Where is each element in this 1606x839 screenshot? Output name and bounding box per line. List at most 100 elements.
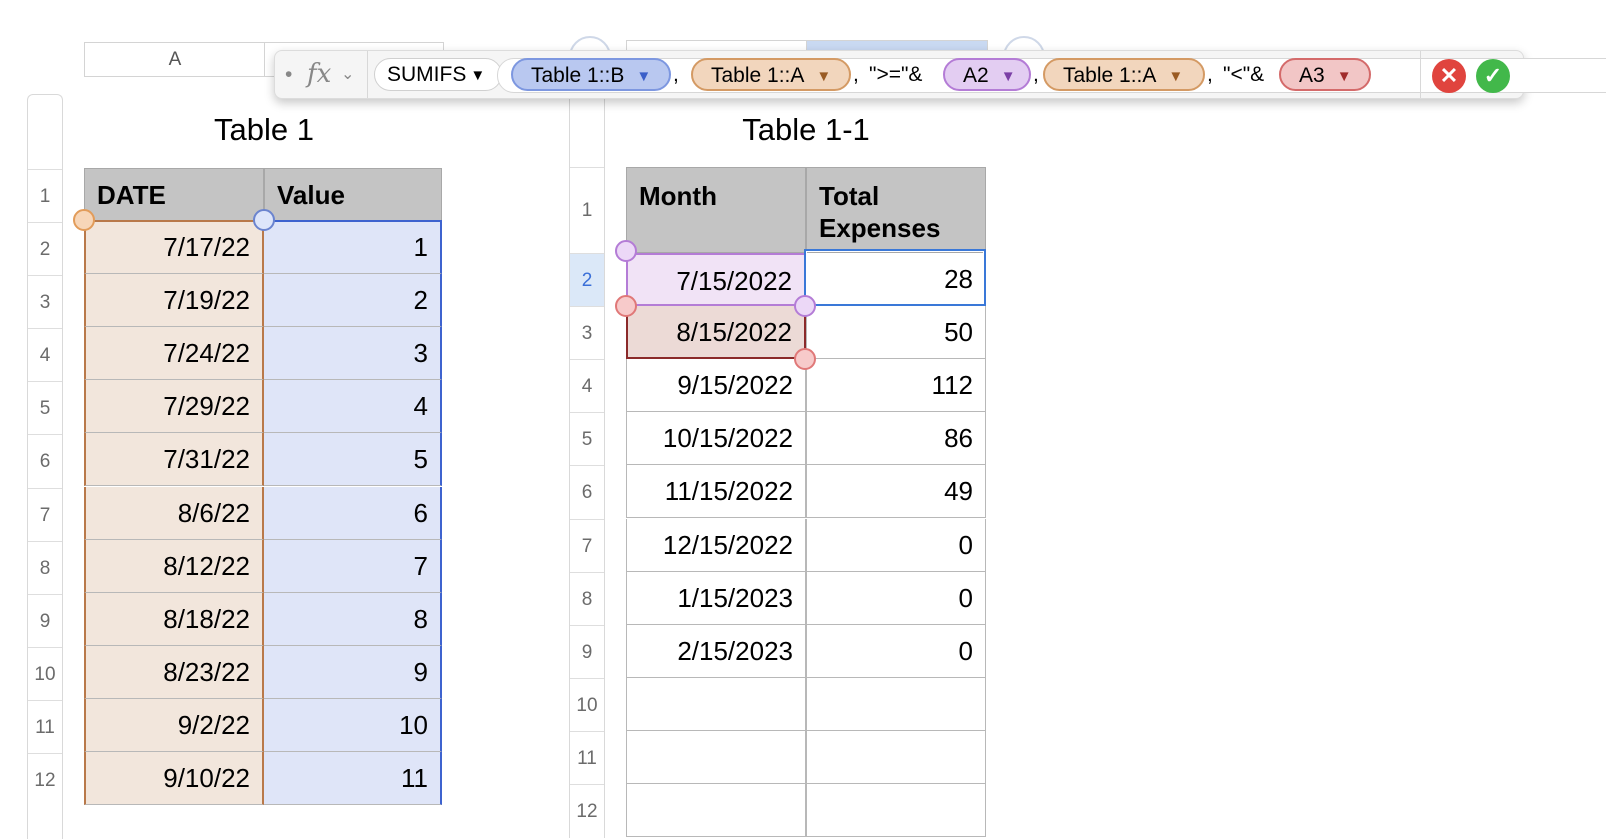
- row-number[interactable]: 7: [28, 487, 62, 542]
- range-handle-a3-top[interactable]: [615, 295, 637, 317]
- ref-token-a2[interactable]: A2 ▼: [943, 58, 1031, 91]
- table-cell[interactable]: 2/15/2023: [626, 624, 806, 678]
- table-cell[interactable]: 1: [264, 221, 442, 275]
- row-number[interactable]: 2: [570, 253, 604, 308]
- row-number[interactable]: 8: [570, 571, 604, 626]
- criteria-text-lt[interactable]: "<"&: [1223, 58, 1264, 91]
- function-token[interactable]: SUMIFS ▼: [374, 58, 502, 91]
- row-number[interactable]: 12: [570, 784, 604, 838]
- table-cell[interactable]: 10/15/2022: [626, 412, 806, 466]
- table-cell[interactable]: 3: [264, 327, 442, 381]
- row-number[interactable]: 11: [28, 699, 62, 754]
- table-cell[interactable]: 7/17/22: [84, 221, 264, 275]
- table-cell[interactable]: 0: [806, 571, 986, 625]
- ref-token-table1-b[interactable]: Table 1::B ▼: [511, 58, 671, 91]
- table-cell[interactable]: 7/24/22: [84, 327, 264, 381]
- row-number[interactable]: 4: [28, 328, 62, 382]
- row-number[interactable]: 8: [28, 540, 62, 595]
- ref-token-label: A2: [963, 64, 989, 87]
- formula-bar[interactable]: • fx ⌄ SUMIFS ▼ Table 1::B ▼ , Table 1::A ▼…: [274, 50, 1606, 99]
- table-header-cell[interactable]: Total Expenses: [806, 167, 986, 253]
- table-cell[interactable]: 7/29/22: [84, 380, 264, 434]
- row-number[interactable]: 1: [570, 167, 604, 254]
- table2-title[interactable]: Table 1-1: [626, 112, 986, 148]
- row-number[interactable]: 6: [570, 465, 604, 519]
- ref-token-table1-a[interactable]: Table 1::A ▼: [691, 58, 851, 91]
- row-number[interactable]: 2: [28, 222, 62, 276]
- table-cell[interactable]: [626, 784, 806, 838]
- table-cell[interactable]: 8/18/22: [84, 592, 264, 646]
- row-number[interactable]: 6: [28, 434, 62, 488]
- table-cell[interactable]: 112: [806, 359, 986, 413]
- row-number[interactable]: 9: [28, 593, 62, 648]
- table-cell[interactable]: 9/2/22: [84, 698, 264, 752]
- table-cell[interactable]: 7: [264, 539, 442, 593]
- table-cell[interactable]: 49: [806, 465, 986, 519]
- table1-title[interactable]: Table 1: [84, 112, 444, 148]
- row-number[interactable]: 10: [28, 646, 62, 701]
- selected-cell-outline: [804, 249, 986, 307]
- table-cell[interactable]: 11: [264, 752, 442, 806]
- row-number[interactable]: 4: [570, 359, 604, 413]
- row-number[interactable]: 3: [28, 275, 62, 329]
- table-cell[interactable]: 12/15/2022: [626, 518, 806, 572]
- dropdown-triangle-icon: ▼: [470, 67, 486, 84]
- ref-token-table1-a-2[interactable]: Table 1::A ▼: [1043, 58, 1205, 91]
- chevron-down-icon[interactable]: ⌄: [341, 58, 354, 91]
- table-cell[interactable]: 86: [806, 412, 986, 466]
- table-cell[interactable]: [626, 730, 806, 784]
- table-cell[interactable]: 9/15/2022: [626, 359, 806, 413]
- table-cell[interactable]: 7/19/22: [84, 274, 264, 328]
- table-cell[interactable]: 7/31/22: [84, 433, 264, 487]
- row-gutter-table1: 1 2 3 4 5 6 7 8 9 10 11 12: [27, 94, 63, 839]
- criteria-text-gte[interactable]: ">="&: [869, 58, 922, 91]
- table-cell[interactable]: 10: [264, 698, 442, 752]
- table-header-cell[interactable]: Month: [626, 167, 806, 253]
- arg-separator: ,: [673, 63, 679, 86]
- table-cell[interactable]: [806, 784, 986, 838]
- table-cell[interactable]: 8/15/2022: [626, 306, 806, 360]
- table-cell[interactable]: [806, 730, 986, 784]
- row-number[interactable]: 7: [570, 518, 604, 573]
- range-handle-a2-bottom[interactable]: [794, 295, 816, 317]
- table-cell[interactable]: 2: [264, 274, 442, 328]
- table-cell[interactable]: 9/10/22: [84, 752, 264, 806]
- table-cell[interactable]: 4: [264, 380, 442, 434]
- table-cell[interactable]: 8/12/22: [84, 539, 264, 593]
- range-handle-value[interactable]: [253, 209, 275, 231]
- table-cell[interactable]: 8/23/22: [84, 645, 264, 699]
- table-cell[interactable]: 1/15/2023: [626, 571, 806, 625]
- table-cell[interactable]: 6: [264, 486, 442, 540]
- range-handle-a3-bottom[interactable]: [794, 348, 816, 370]
- formula-divider: [1420, 51, 1421, 98]
- table-cell[interactable]: 0: [806, 624, 986, 678]
- ref-token-a3[interactable]: A3 ▼: [1279, 58, 1371, 91]
- row-number[interactable]: 1: [28, 169, 62, 223]
- table-cell[interactable]: [806, 677, 986, 731]
- range-handle-date[interactable]: [73, 209, 95, 231]
- row-number[interactable]: 5: [570, 412, 604, 466]
- table-cell[interactable]: [626, 677, 806, 731]
- table-header-cell[interactable]: DATE: [84, 168, 264, 221]
- table-cell[interactable]: 8: [264, 592, 442, 646]
- function-name: SUMIFS: [387, 63, 467, 86]
- row-number[interactable]: 10: [570, 677, 604, 732]
- row-number[interactable]: 5: [28, 381, 62, 435]
- table-cell[interactable]: 50: [806, 306, 986, 360]
- row-number[interactable]: 3: [570, 306, 604, 360]
- table-cell[interactable]: 8/6/22: [84, 486, 264, 540]
- table-cell[interactable]: 0: [806, 518, 986, 572]
- table-header-cell[interactable]: Value: [264, 168, 442, 221]
- table-cell[interactable]: 9: [264, 645, 442, 699]
- fx-icon[interactable]: fx: [307, 58, 331, 91]
- cancel-icon[interactable]: ✕: [1432, 59, 1466, 93]
- row-number[interactable]: 12: [28, 753, 62, 807]
- accept-icon[interactable]: ✓: [1476, 59, 1510, 93]
- table-cell[interactable]: 5: [264, 433, 442, 487]
- row-number[interactable]: 9: [570, 624, 604, 679]
- table-cell[interactable]: 11/15/2022: [626, 465, 806, 519]
- column-header-a[interactable]: A: [84, 42, 266, 77]
- table-cell[interactable]: 7/15/2022: [626, 253, 806, 307]
- range-handle-a2-top[interactable]: [615, 240, 637, 262]
- row-number[interactable]: 11: [570, 730, 604, 785]
